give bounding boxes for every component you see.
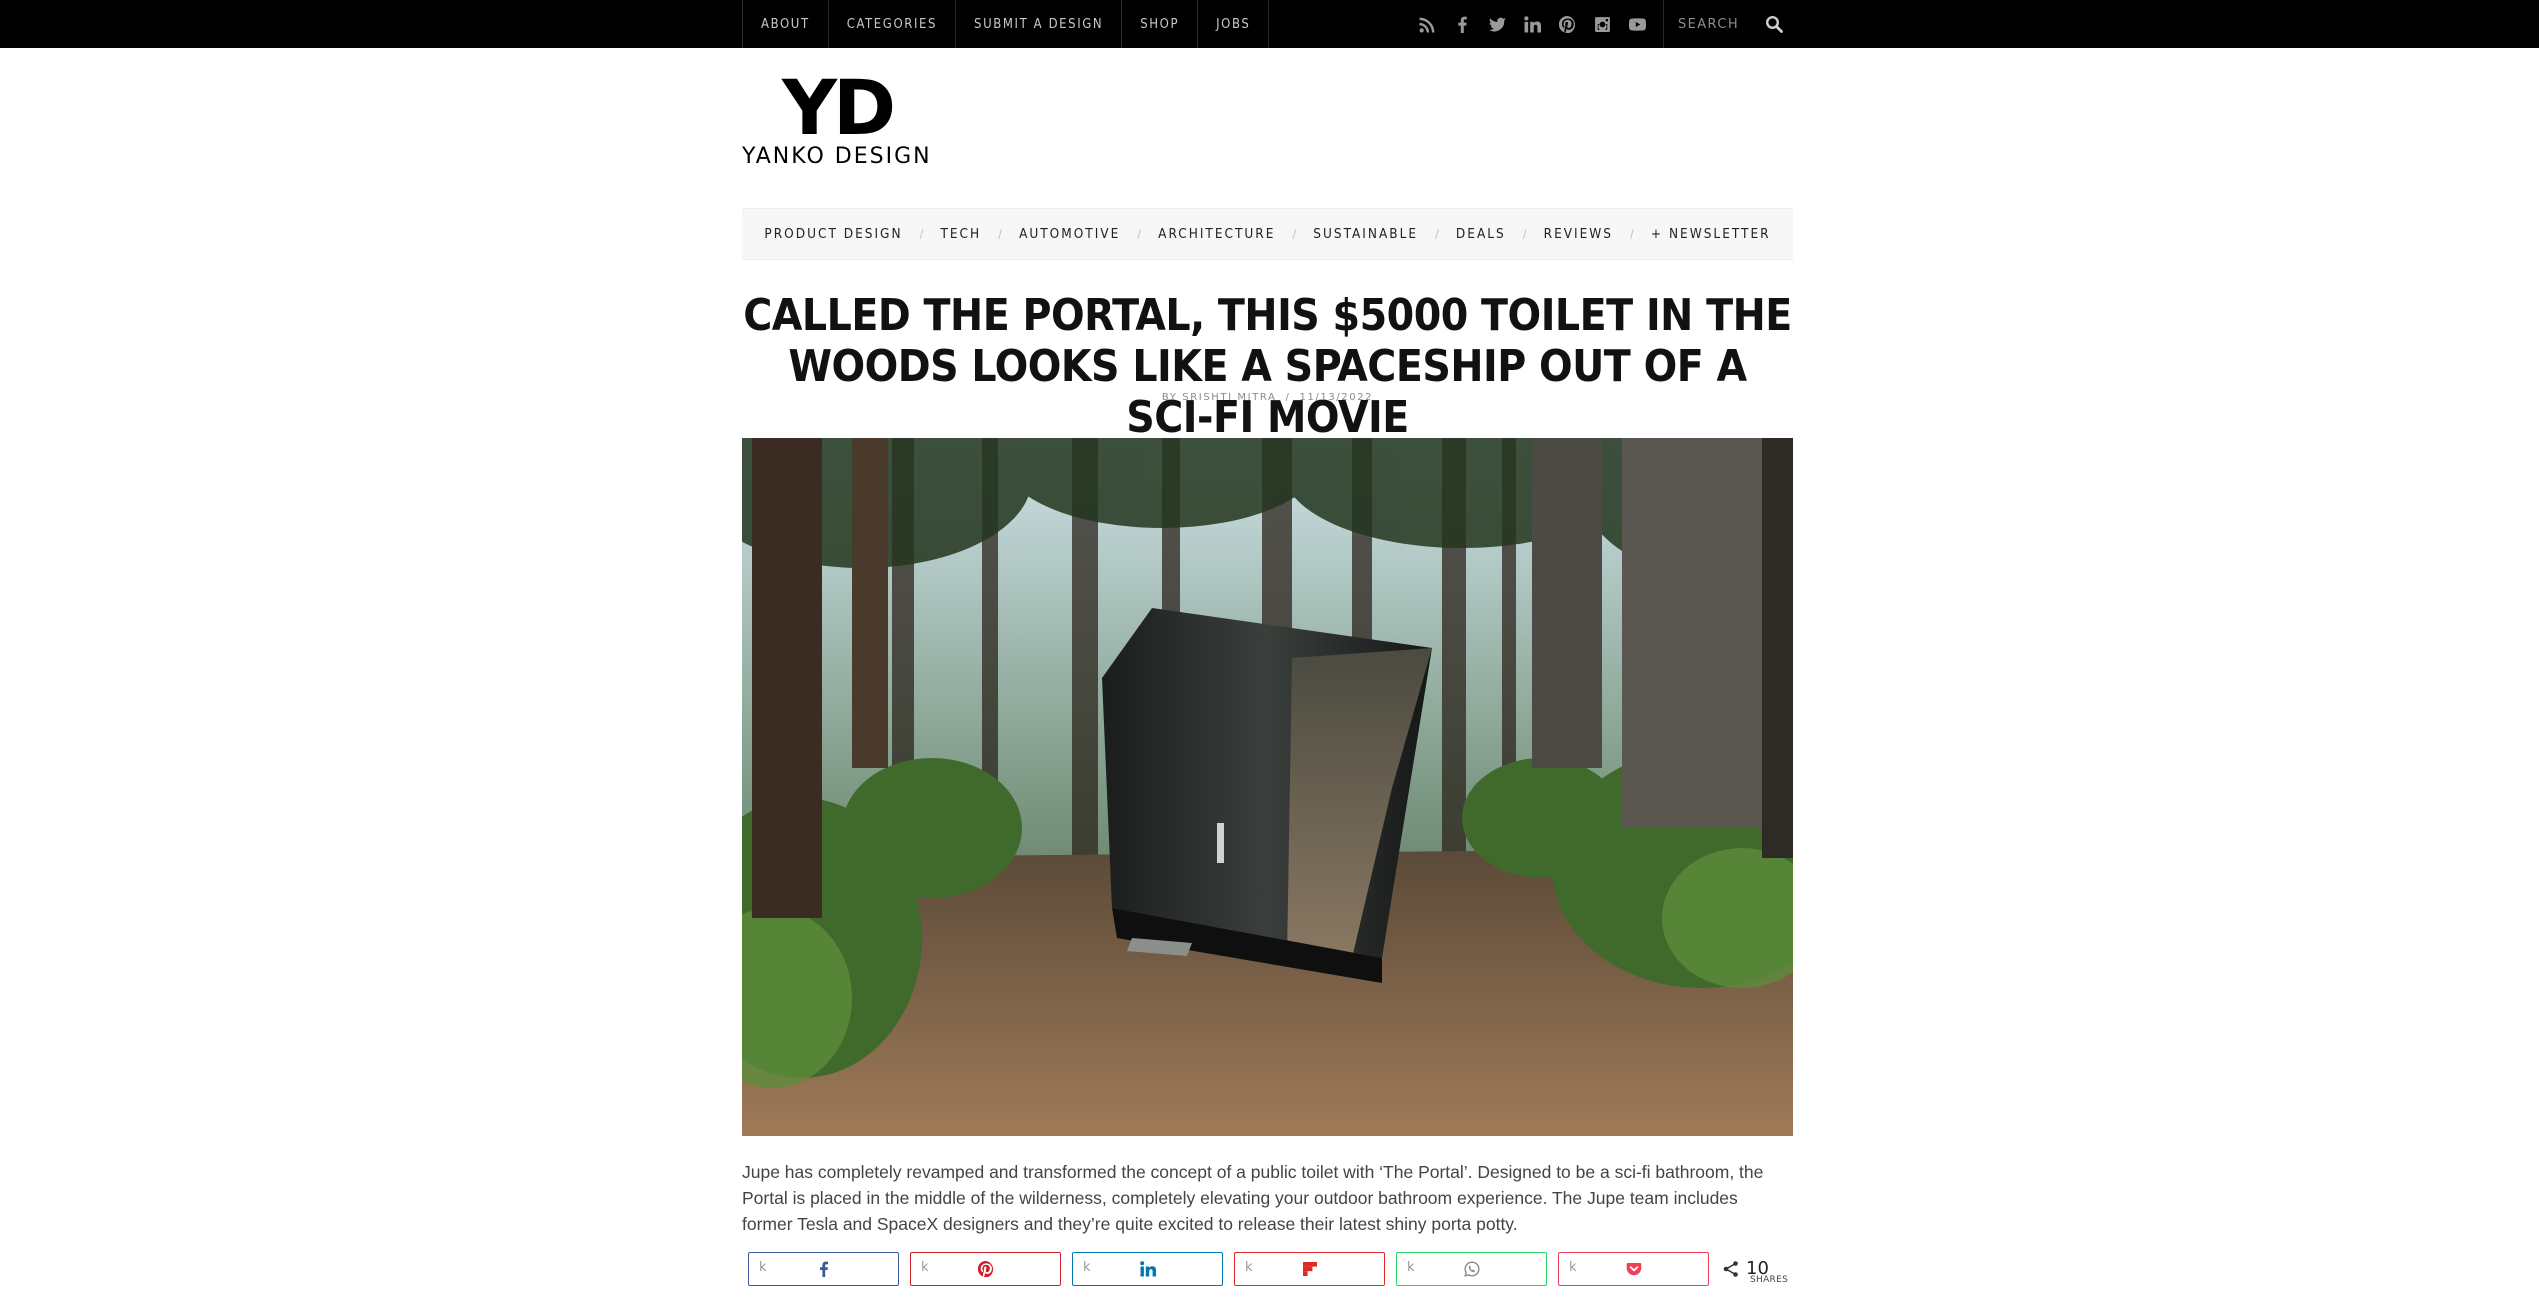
rss-icon[interactable] xyxy=(1410,0,1445,48)
category-product-design[interactable]: Product Design xyxy=(747,226,919,242)
top-nav-categories[interactable]: Categories xyxy=(827,0,955,48)
category-sustainable[interactable]: Sustainable xyxy=(1296,226,1435,242)
share-bar: k k k k k k xyxy=(748,1252,1709,1286)
facebook-icon[interactable] xyxy=(1445,0,1480,48)
hero-image xyxy=(742,438,1793,1136)
category-nav: Product Design / Tech / Automotive / Arc… xyxy=(742,208,1793,260)
logo-text: YANKO DESIGN xyxy=(742,144,932,169)
article-date: 11/13/2022 xyxy=(1299,392,1374,403)
search-button[interactable] xyxy=(1762,12,1786,36)
share-icon xyxy=(1723,1261,1738,1277)
linkedin-icon xyxy=(1139,1261,1156,1277)
site-logo[interactable]: YD YANKO DESIGN xyxy=(742,63,978,172)
pinterest-icon[interactable] xyxy=(1550,0,1585,48)
top-bar: About Categories Submit a Design Shop Jo… xyxy=(0,0,2539,48)
share-count: 10 SHARES xyxy=(1722,1252,1788,1286)
share-count-label: SHARES xyxy=(1750,1275,1789,1285)
top-nav-about[interactable]: About xyxy=(742,0,828,48)
pocket-icon xyxy=(1626,1263,1641,1276)
article-body: Jupe has completely revamped and transfo… xyxy=(742,1162,1764,1234)
share-facebook-button[interactable]: k xyxy=(748,1252,899,1286)
social-links xyxy=(1410,0,1655,48)
share-key: k xyxy=(1407,1260,1415,1275)
category-automotive[interactable]: Automotive xyxy=(1002,226,1137,242)
twitter-icon[interactable] xyxy=(1480,0,1515,48)
logo-mark: YD xyxy=(782,63,896,152)
flipboard-icon xyxy=(1302,1262,1317,1276)
article-title: Called the Portal, this $5000 toilet in … xyxy=(743,290,1792,443)
top-nav: About Categories Submit a Design Shop Jo… xyxy=(742,0,1270,48)
share-key: k xyxy=(1083,1260,1091,1275)
author-link[interactable]: by Srishti Mitra xyxy=(1162,392,1277,403)
share-linkedin-button[interactable]: k xyxy=(1072,1252,1223,1286)
share-pinterest-button[interactable]: k xyxy=(910,1252,1061,1286)
share-whatsapp-button[interactable]: k xyxy=(1396,1252,1547,1286)
instagram-icon[interactable] xyxy=(1585,0,1620,48)
facebook-icon xyxy=(819,1261,828,1277)
share-pocket-button[interactable]: k xyxy=(1558,1252,1709,1286)
category-reviews[interactable]: Reviews xyxy=(1527,226,1630,242)
search-icon xyxy=(1765,15,1783,33)
category-deals[interactable]: Deals xyxy=(1439,226,1523,242)
linkedin-icon[interactable] xyxy=(1515,0,1550,48)
top-nav-jobs[interactable]: Jobs xyxy=(1197,0,1270,48)
article-byline: by Srishti Mitra/11/13/2022 xyxy=(1161,392,1374,403)
top-nav-submit-a-design[interactable]: Submit a Design xyxy=(955,0,1121,48)
pinterest-icon xyxy=(977,1261,993,1277)
share-flipboard-button[interactable]: k xyxy=(1234,1252,1385,1286)
category-newsletter[interactable]: + Newsletter xyxy=(1634,226,1788,242)
category-tech[interactable]: Tech xyxy=(923,226,998,242)
category-architecture[interactable]: Architecture xyxy=(1141,226,1292,242)
share-key: k xyxy=(1245,1260,1253,1275)
share-key: k xyxy=(759,1260,767,1275)
search-input[interactable] xyxy=(1678,16,1758,32)
whatsapp-icon xyxy=(1463,1261,1480,1277)
share-key: k xyxy=(1569,1260,1577,1275)
share-key: k xyxy=(921,1260,929,1275)
top-nav-shop[interactable]: Shop xyxy=(1121,0,1197,48)
youtube-icon[interactable] xyxy=(1620,0,1655,48)
